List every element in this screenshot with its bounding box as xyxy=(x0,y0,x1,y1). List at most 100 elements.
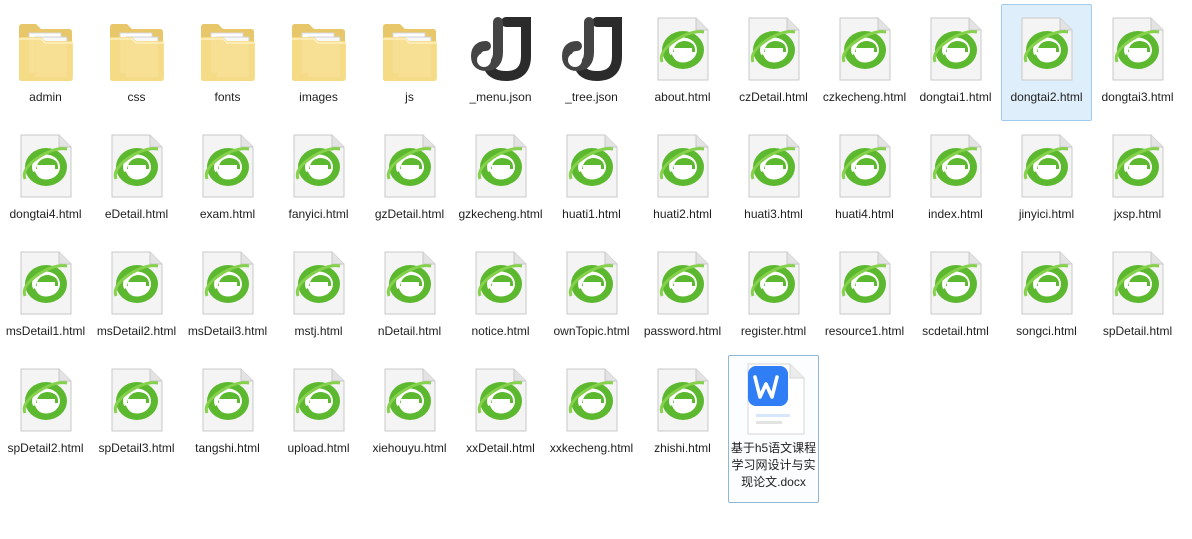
file-item[interactable]: czDetail.html xyxy=(728,4,819,121)
file-item[interactable]: xxDetail.html xyxy=(455,355,546,472)
file-item[interactable]: songci.html xyxy=(1001,238,1092,355)
file-name-label: resource1.html xyxy=(824,324,905,338)
file-item[interactable]: huati1.html xyxy=(546,121,637,238)
html-browser-icon xyxy=(192,126,264,206)
file-name-label: huati4.html xyxy=(835,207,894,221)
file-item[interactable]: dongtai3.html xyxy=(1092,4,1183,121)
file-item[interactable]: admin xyxy=(0,4,91,121)
html-browser-icon xyxy=(10,126,82,206)
html-browser-icon xyxy=(465,360,537,440)
file-item[interactable]: huati2.html xyxy=(637,121,728,238)
file-item[interactable]: tangshi.html xyxy=(182,355,273,472)
html-browser-icon xyxy=(1011,243,1083,323)
file-item[interactable]: gzkecheng.html xyxy=(455,121,546,238)
file-item[interactable]: eDetail.html xyxy=(91,121,182,238)
file-name-label: songci.html xyxy=(1016,324,1077,338)
file-item[interactable]: register.html xyxy=(728,238,819,355)
file-name-label: css xyxy=(127,90,146,104)
folder-icon xyxy=(101,9,173,89)
file-item[interactable]: xiehouyu.html xyxy=(364,355,455,472)
file-item[interactable]: spDetail2.html xyxy=(0,355,91,472)
file-item[interactable]: _tree.json xyxy=(546,4,637,121)
html-browser-icon xyxy=(465,243,537,323)
html-browser-icon xyxy=(1011,9,1083,89)
file-item[interactable]: js xyxy=(364,4,455,121)
file-name-label: huati1.html xyxy=(562,207,621,221)
html-browser-icon xyxy=(374,243,446,323)
file-name-label: register.html xyxy=(740,324,807,338)
file-item[interactable]: images xyxy=(273,4,364,121)
file-item[interactable]: exam.html xyxy=(182,121,273,238)
html-browser-icon xyxy=(283,243,355,323)
file-name-label: dongtai4.html xyxy=(9,207,82,221)
file-name-label: zhishi.html xyxy=(654,441,711,455)
file-item[interactable]: dongtai1.html xyxy=(910,4,1001,121)
file-name-label: msDetail3.html xyxy=(187,324,268,338)
file-name-label: 基于h5语文课程学习网设计与实现论文.docx xyxy=(730,441,817,489)
file-name-label: gzDetail.html xyxy=(374,207,445,221)
file-item[interactable]: _menu.json xyxy=(455,4,546,121)
file-item[interactable]: 基于h5语文课程学习网设计与实现论文.docx xyxy=(728,355,819,503)
file-name-label: msDetail1.html xyxy=(5,324,86,338)
file-item[interactable]: msDetail2.html xyxy=(91,238,182,355)
file-item[interactable]: nDetail.html xyxy=(364,238,455,355)
file-item[interactable]: index.html xyxy=(910,121,1001,238)
file-name-label: upload.html xyxy=(287,441,350,455)
wps-docx-icon xyxy=(738,360,810,440)
html-browser-icon xyxy=(920,126,992,206)
file-item[interactable]: msDetail1.html xyxy=(0,238,91,355)
file-name-label: nDetail.html xyxy=(377,324,442,338)
file-item[interactable]: dongtai4.html xyxy=(0,121,91,238)
file-name-label: czDetail.html xyxy=(739,90,808,104)
file-name-label: jinyici.html xyxy=(1018,207,1075,221)
html-browser-icon xyxy=(374,360,446,440)
file-item[interactable]: fonts xyxy=(182,4,273,121)
file-name-label: scdetail.html xyxy=(922,324,989,338)
file-item[interactable]: css xyxy=(91,4,182,121)
html-browser-icon xyxy=(738,126,810,206)
file-name-label: gzkecheng.html xyxy=(458,207,543,221)
html-browser-icon xyxy=(101,360,173,440)
file-grid: admin css fonts images js _menu.json _tr… xyxy=(0,4,1183,503)
html-browser-icon xyxy=(556,126,628,206)
file-item[interactable]: huati4.html xyxy=(819,121,910,238)
file-item[interactable]: password.html xyxy=(637,238,728,355)
file-item[interactable]: mstj.html xyxy=(273,238,364,355)
file-item[interactable]: spDetail3.html xyxy=(91,355,182,472)
file-name-label: js xyxy=(405,90,414,104)
html-browser-icon xyxy=(829,243,901,323)
file-item[interactable]: upload.html xyxy=(273,355,364,472)
html-browser-icon xyxy=(829,126,901,206)
file-item[interactable]: fanyici.html xyxy=(273,121,364,238)
file-item[interactable]: spDetail.html xyxy=(1092,238,1183,355)
file-item[interactable]: ownTopic.html xyxy=(546,238,637,355)
html-browser-icon xyxy=(1102,9,1174,89)
html-browser-icon xyxy=(10,360,82,440)
file-name-label: _menu.json xyxy=(469,90,532,104)
file-item[interactable]: czkecheng.html xyxy=(819,4,910,121)
file-item[interactable]: jinyici.html xyxy=(1001,121,1092,238)
file-item[interactable]: notice.html xyxy=(455,238,546,355)
file-item[interactable]: zhishi.html xyxy=(637,355,728,472)
html-browser-icon xyxy=(283,126,355,206)
file-item[interactable]: jxsp.html xyxy=(1092,121,1183,238)
file-item[interactable]: msDetail3.html xyxy=(182,238,273,355)
file-item[interactable]: huati3.html xyxy=(728,121,819,238)
file-name-label: images xyxy=(299,90,338,104)
file-item[interactable]: gzDetail.html xyxy=(364,121,455,238)
html-browser-icon xyxy=(920,9,992,89)
folder-icon xyxy=(283,9,355,89)
file-name-label: msDetail2.html xyxy=(96,324,177,338)
folder-icon xyxy=(10,9,82,89)
file-item[interactable]: xxkecheng.html xyxy=(546,355,637,472)
folder-icon xyxy=(374,9,446,89)
file-item[interactable]: about.html xyxy=(637,4,728,121)
html-browser-icon xyxy=(647,243,719,323)
file-item[interactable]: scdetail.html xyxy=(910,238,1001,355)
file-name-label: xxkecheng.html xyxy=(549,441,634,455)
html-browser-icon xyxy=(647,9,719,89)
file-name-label: dongtai3.html xyxy=(1101,90,1174,104)
file-name-label: _tree.json xyxy=(565,90,618,104)
file-item[interactable]: dongtai2.html xyxy=(1001,4,1092,121)
file-item[interactable]: resource1.html xyxy=(819,238,910,355)
